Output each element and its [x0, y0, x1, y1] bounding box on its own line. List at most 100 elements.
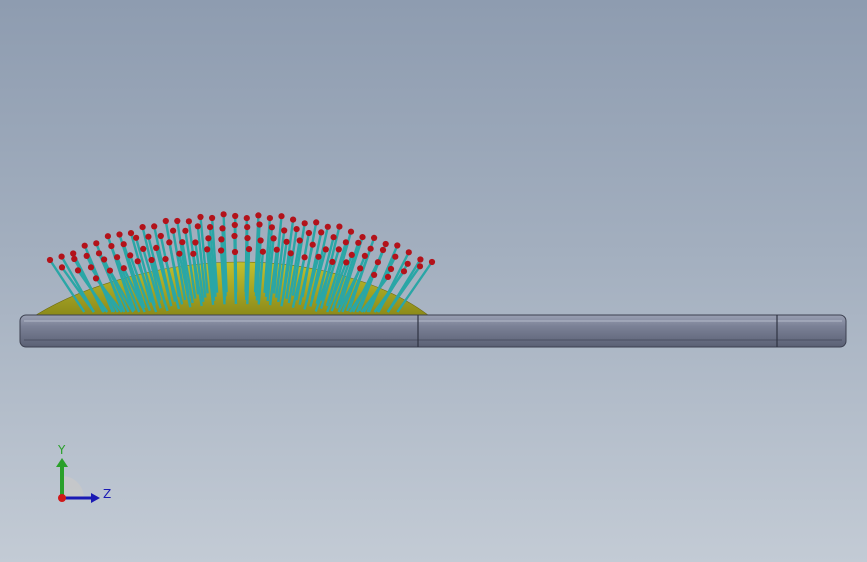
bristle-tip	[266, 215, 273, 222]
bristle-tip	[244, 235, 251, 242]
bristle-tip	[347, 228, 355, 235]
bristle-tip	[313, 219, 320, 226]
brush-handle[interactable]	[19, 314, 847, 348]
bristle-tip	[190, 250, 197, 257]
bristle-tip	[93, 240, 100, 247]
bristle-tip	[58, 253, 65, 260]
bristle-tip	[384, 273, 392, 280]
bristle-tip	[392, 253, 399, 260]
bristle-tip	[301, 220, 308, 227]
bristle-tip	[219, 225, 226, 232]
bristle-tip	[387, 265, 395, 273]
bristle-tip	[104, 233, 111, 240]
bristle-tip	[170, 227, 177, 234]
bristle-tip	[404, 260, 411, 267]
bristle-tip	[318, 229, 325, 236]
bristle-tip	[329, 258, 336, 265]
bristle-tip	[359, 234, 366, 241]
bristle-tip	[162, 217, 169, 225]
bristle-tip	[322, 246, 329, 253]
bristle-tip	[114, 254, 121, 261]
bristle-tip	[192, 239, 199, 246]
bristle-tip	[140, 245, 147, 252]
bristle-tip	[330, 234, 337, 241]
bristle-tip	[255, 212, 262, 219]
handle-body	[19, 314, 847, 348]
bristle-tip	[182, 227, 189, 234]
bristle-tip	[244, 224, 251, 231]
bristle-tip	[270, 235, 277, 242]
bristle-tip	[74, 267, 82, 274]
bristle-tip	[256, 221, 263, 228]
bristle-tip	[428, 258, 436, 266]
bristle-tip	[218, 236, 225, 243]
bristle-tip	[367, 245, 374, 252]
bristle-tip	[290, 216, 297, 223]
bristle-tip	[293, 226, 300, 233]
bristle-tip	[309, 241, 316, 248]
bristle-tip	[232, 212, 239, 220]
bristle-tip	[371, 234, 378, 241]
bristle-tip	[301, 254, 308, 261]
bristle	[246, 249, 251, 305]
bristle-tip	[157, 232, 164, 240]
bristle-tip	[296, 237, 303, 244]
bristle-tip	[204, 246, 211, 253]
bristle-tip	[127, 230, 135, 237]
bristle-tip	[134, 258, 141, 265]
bristle-tip	[374, 259, 381, 266]
bristle-tip	[348, 251, 355, 258]
bristle-tip	[176, 250, 183, 257]
bristle-tip	[257, 237, 264, 244]
bristle-tip	[361, 252, 368, 259]
bristle-tip	[342, 239, 349, 246]
bristle-tip	[148, 256, 155, 264]
bristle-tip	[231, 248, 239, 256]
bristle-tip	[153, 244, 160, 251]
bristle-tip	[305, 229, 312, 237]
bristle-tip	[245, 246, 253, 253]
bristle-tip	[120, 265, 127, 272]
bristle-tip	[71, 255, 78, 263]
bristle-tip	[268, 224, 275, 231]
bristle-tip	[379, 246, 387, 254]
bristle-tip	[92, 275, 100, 282]
hairbrush-model[interactable]	[0, 0, 867, 562]
bristle-tip	[194, 223, 201, 230]
bristle-tip	[81, 242, 88, 249]
bristle-tip	[278, 213, 285, 220]
bristle-tip	[231, 232, 238, 240]
bristle-tip	[95, 250, 103, 257]
bristle-tip	[220, 211, 227, 218]
bristle-tip	[335, 246, 342, 253]
bristle-tip	[405, 249, 412, 256]
bristle-tip	[87, 264, 95, 271]
bristle-tip	[273, 246, 280, 253]
graphics-viewport[interactable]: Y Z	[0, 0, 867, 562]
bristle-tip	[70, 250, 77, 257]
bristle-tip	[218, 247, 225, 254]
bristle-tip	[166, 239, 173, 246]
bristle-tip	[209, 214, 216, 222]
origin-dot-icon	[58, 494, 66, 502]
bristle-tip	[343, 259, 350, 266]
bristle-tip	[133, 234, 140, 241]
bristle-tip	[355, 239, 362, 246]
bristle-tip	[417, 256, 424, 263]
bristle	[233, 251, 238, 305]
bristle-tip	[162, 256, 169, 263]
bristle-tip	[287, 250, 294, 257]
bristle-tip	[197, 213, 204, 221]
bristle-tip	[151, 223, 158, 230]
view-orientation-triad: Y Z	[56, 443, 111, 503]
bristle-tip	[243, 215, 250, 222]
bristle-tip	[336, 223, 343, 230]
bristle-tip	[120, 241, 127, 248]
bristle-tip	[231, 221, 238, 229]
bristle-tip	[116, 231, 123, 238]
bristle-tip	[127, 252, 134, 259]
bristle-tip	[315, 253, 322, 260]
bristle-tip	[416, 263, 424, 270]
bristle-tip	[108, 243, 115, 250]
bristle-tip	[283, 238, 290, 245]
